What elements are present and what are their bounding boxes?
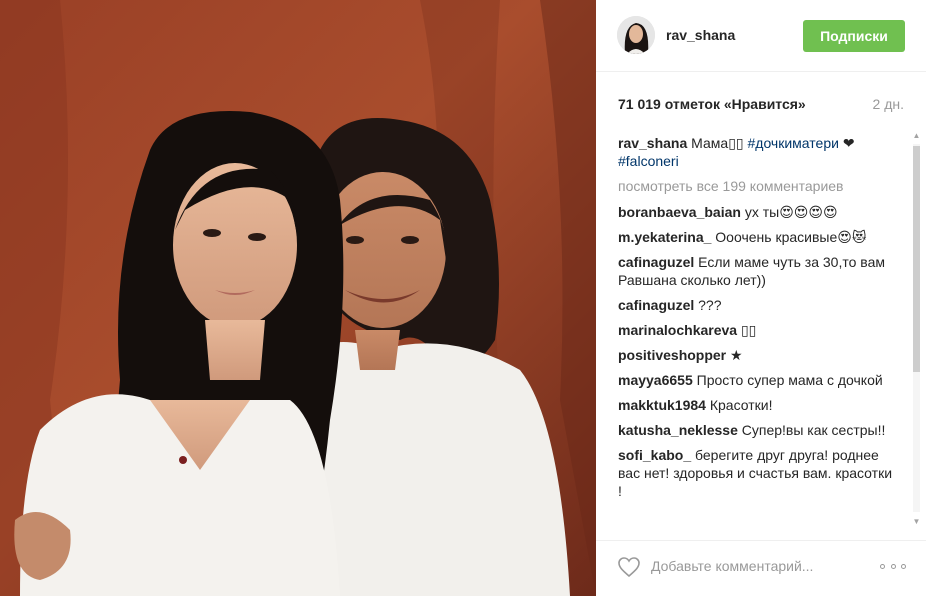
comment-username[interactable]: positiveshopper bbox=[618, 347, 726, 363]
comments-scrollbar[interactable]: ▲ ▼ bbox=[909, 128, 923, 530]
post-side-panel: rav_shana Подписки 71 019 отметок «Нрави… bbox=[596, 0, 926, 596]
comment-text: Ооочень красивые😍😻 bbox=[715, 229, 867, 245]
post-header: rav_shana Подписки bbox=[596, 0, 926, 72]
hashtag-link[interactable]: #дочкиматери bbox=[748, 135, 839, 151]
caption-username[interactable]: rav_shana bbox=[618, 135, 687, 151]
comment-item: mayya6655 Просто супер мама с дочкой bbox=[618, 371, 898, 389]
comment-username[interactable]: cafinaguzel bbox=[618, 297, 694, 313]
caption-emoji: ❤ bbox=[842, 135, 855, 151]
comment-item: cafinaguzel ??? bbox=[618, 296, 898, 314]
dot bbox=[880, 563, 885, 569]
comment-item: marinalochkareva ▯▯ bbox=[618, 321, 898, 339]
comment-text: ★ bbox=[730, 347, 743, 363]
comment-username[interactable]: sofi_kabo_ bbox=[618, 447, 691, 463]
comment-item: m.yekaterina_ Ооочень красивые😍😻 bbox=[618, 228, 898, 246]
follow-button[interactable]: Подписки bbox=[803, 20, 905, 52]
post-photo[interactable] bbox=[0, 0, 596, 596]
comment-username[interactable]: makktuk1984 bbox=[618, 397, 706, 413]
view-all-comments-link[interactable]: посмотреть все 199 комментариев bbox=[618, 177, 898, 195]
likes-count[interactable]: 71 019 отметок «Нравится» bbox=[618, 96, 806, 112]
comment-username[interactable]: m.yekaterina_ bbox=[618, 229, 711, 245]
dot bbox=[890, 563, 896, 569]
caption-text: Мама▯▯ bbox=[691, 135, 744, 151]
scroll-up-arrow-icon[interactable]: ▲ bbox=[912, 132, 921, 140]
comment-text: Просто супер мама с дочкой bbox=[696, 372, 883, 388]
scroll-down-arrow-icon[interactable]: ▼ bbox=[912, 518, 921, 526]
add-comment-input[interactable] bbox=[651, 553, 871, 579]
post-footer bbox=[596, 540, 926, 596]
comment-text: ▯▯ bbox=[740, 322, 757, 338]
heart-icon[interactable] bbox=[617, 555, 641, 579]
comment-item: positiveshopper ★ bbox=[618, 346, 898, 364]
avatar-image bbox=[617, 16, 655, 54]
comment-username[interactable]: mayya6655 bbox=[618, 372, 693, 388]
more-options-icon[interactable] bbox=[880, 561, 906, 571]
comment-text: ??? bbox=[698, 297, 722, 313]
comment-text: Красотки! bbox=[709, 397, 773, 413]
dot bbox=[901, 563, 906, 569]
post-author-username[interactable]: rav_shana bbox=[666, 27, 735, 43]
comment-username[interactable]: katusha_neklesse bbox=[618, 422, 738, 438]
comment-item: boranbaeva_baian ух ты😍😍😍😍 bbox=[618, 203, 898, 221]
post-age[interactable]: 2 дн. bbox=[873, 96, 904, 112]
avatar[interactable] bbox=[617, 16, 655, 54]
comments-list[interactable]: rav_shana Мама▯▯ #дочкиматери ❤ #falcone… bbox=[618, 134, 898, 530]
comment-username[interactable]: cafinaguzel bbox=[618, 254, 694, 270]
comment-username[interactable]: marinalochkareva bbox=[618, 322, 737, 338]
comment-item: katusha_neklesse Супер!вы как сестры!! bbox=[618, 421, 898, 439]
comment-item: cafinaguzel Если маме чуть за 30,то вам … bbox=[618, 253, 898, 289]
comment-text: ух ты😍😍😍😍 bbox=[744, 204, 838, 220]
scrollbar-thumb[interactable] bbox=[913, 146, 920, 372]
post-caption: rav_shana Мама▯▯ #дочкиматери ❤ #falcone… bbox=[618, 134, 898, 170]
comment-item: sofi_kabo_ берегите друг друга! роднее в… bbox=[618, 446, 898, 500]
photo-illustration bbox=[0, 0, 596, 596]
comment-item: makktuk1984 Красотки! bbox=[618, 396, 898, 414]
comment-username[interactable]: boranbaeva_baian bbox=[618, 204, 741, 220]
hashtag-link[interactable]: #falconeri bbox=[618, 153, 679, 169]
comment-text: Супер!вы как сестры!! bbox=[741, 422, 886, 438]
